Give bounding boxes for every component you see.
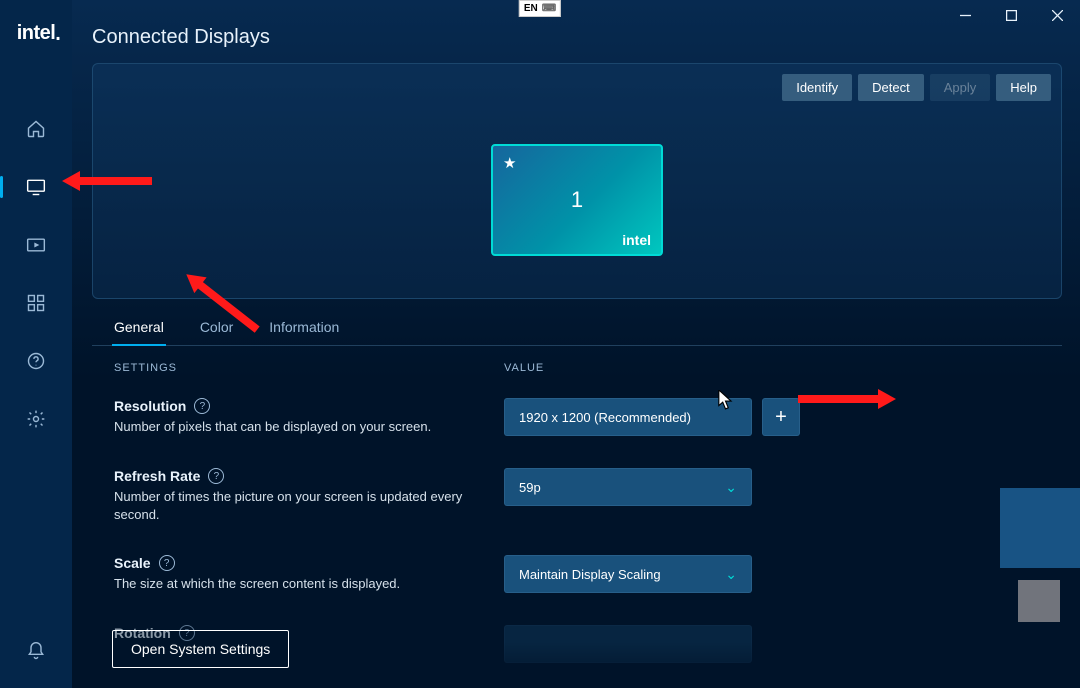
- language-code: EN: [524, 3, 538, 14]
- help-icon[interactable]: ?: [194, 398, 210, 414]
- decorative-square: [1000, 488, 1080, 568]
- sidebar-item-help[interactable]: [0, 345, 72, 377]
- apply-button: Apply: [930, 74, 991, 101]
- chevron-down-icon: ⌄: [725, 479, 737, 496]
- settings-tabs: General Color Information: [92, 299, 1062, 346]
- sidebar-nav: [0, 113, 72, 435]
- setting-row-resolution: Resolution ? Number of pixels that can b…: [114, 382, 1058, 452]
- rotation-dropdown[interactable]: [504, 625, 752, 663]
- sidebar-item-settings[interactable]: [0, 403, 72, 435]
- mouse-cursor: [718, 390, 733, 415]
- refresh-rate-dropdown[interactable]: 59p ⌄: [504, 468, 752, 506]
- minimize-button[interactable]: [942, 0, 988, 30]
- resolution-desc: Number of pixels that can be displayed o…: [114, 418, 480, 436]
- resolution-dropdown[interactable]: 1920 x 1200 (Recommended): [504, 398, 752, 436]
- decorative-square: [1018, 580, 1060, 622]
- language-indicator[interactable]: EN ⌨: [519, 0, 561, 17]
- sidebar-item-home[interactable]: [0, 113, 72, 145]
- display-tile-1[interactable]: ★ 1 intel: [491, 144, 663, 256]
- refresh-title: Refresh Rate: [114, 468, 200, 484]
- close-button[interactable]: [1034, 0, 1080, 30]
- scale-desc: The size at which the screen content is …: [114, 575, 480, 593]
- scale-value: Maintain Display Scaling: [519, 567, 661, 582]
- open-system-settings-button[interactable]: Open System Settings: [112, 630, 289, 668]
- brand-logo: intel: [17, 22, 56, 45]
- page-title: Connected Displays: [92, 26, 1062, 49]
- setting-row-scale: Scale ? The size at which the screen con…: [114, 539, 1058, 609]
- resolution-title: Resolution: [114, 398, 186, 414]
- column-header-value: VALUE: [504, 362, 544, 374]
- setting-row-refresh-rate: Refresh Rate ? Number of times the pictu…: [114, 452, 1058, 539]
- display-number: 1: [571, 187, 583, 213]
- scale-dropdown[interactable]: Maintain Display Scaling ⌄: [504, 555, 752, 593]
- identify-button[interactable]: Identify: [782, 74, 852, 101]
- chevron-down-icon: ⌄: [725, 566, 737, 583]
- resolution-value: 1920 x 1200 (Recommended): [519, 410, 691, 425]
- tab-color[interactable]: Color: [200, 311, 233, 345]
- help-button[interactable]: Help: [996, 74, 1051, 101]
- sidebar: intel: [0, 0, 72, 688]
- sidebar-item-grid[interactable]: [0, 287, 72, 319]
- detect-button[interactable]: Detect: [858, 74, 924, 101]
- refresh-value: 59p: [519, 480, 541, 495]
- tab-information[interactable]: Information: [269, 311, 339, 345]
- primary-display-star-icon: ★: [503, 154, 516, 172]
- sidebar-item-video[interactable]: [0, 229, 72, 261]
- maximize-button[interactable]: [988, 0, 1034, 30]
- tab-general[interactable]: General: [114, 311, 164, 345]
- display-arrangement-card: Identify Detect Apply Help ★ 1 intel: [92, 63, 1062, 299]
- refresh-desc: Number of times the picture on your scre…: [114, 488, 480, 523]
- column-header-settings: SETTINGS: [114, 362, 504, 374]
- scale-title: Scale: [114, 555, 151, 571]
- help-icon[interactable]: ?: [208, 468, 224, 484]
- keyboard-icon: ⌨: [542, 3, 556, 14]
- help-icon[interactable]: ?: [159, 555, 175, 571]
- window-controls: [942, 0, 1080, 30]
- sidebar-item-notifications[interactable]: [26, 641, 46, 666]
- display-brand: intel: [622, 232, 651, 248]
- add-custom-resolution-button[interactable]: +: [762, 398, 800, 436]
- sidebar-item-display[interactable]: [0, 171, 72, 203]
- main-panel: Connected Displays Identify Detect Apply…: [72, 0, 1080, 688]
